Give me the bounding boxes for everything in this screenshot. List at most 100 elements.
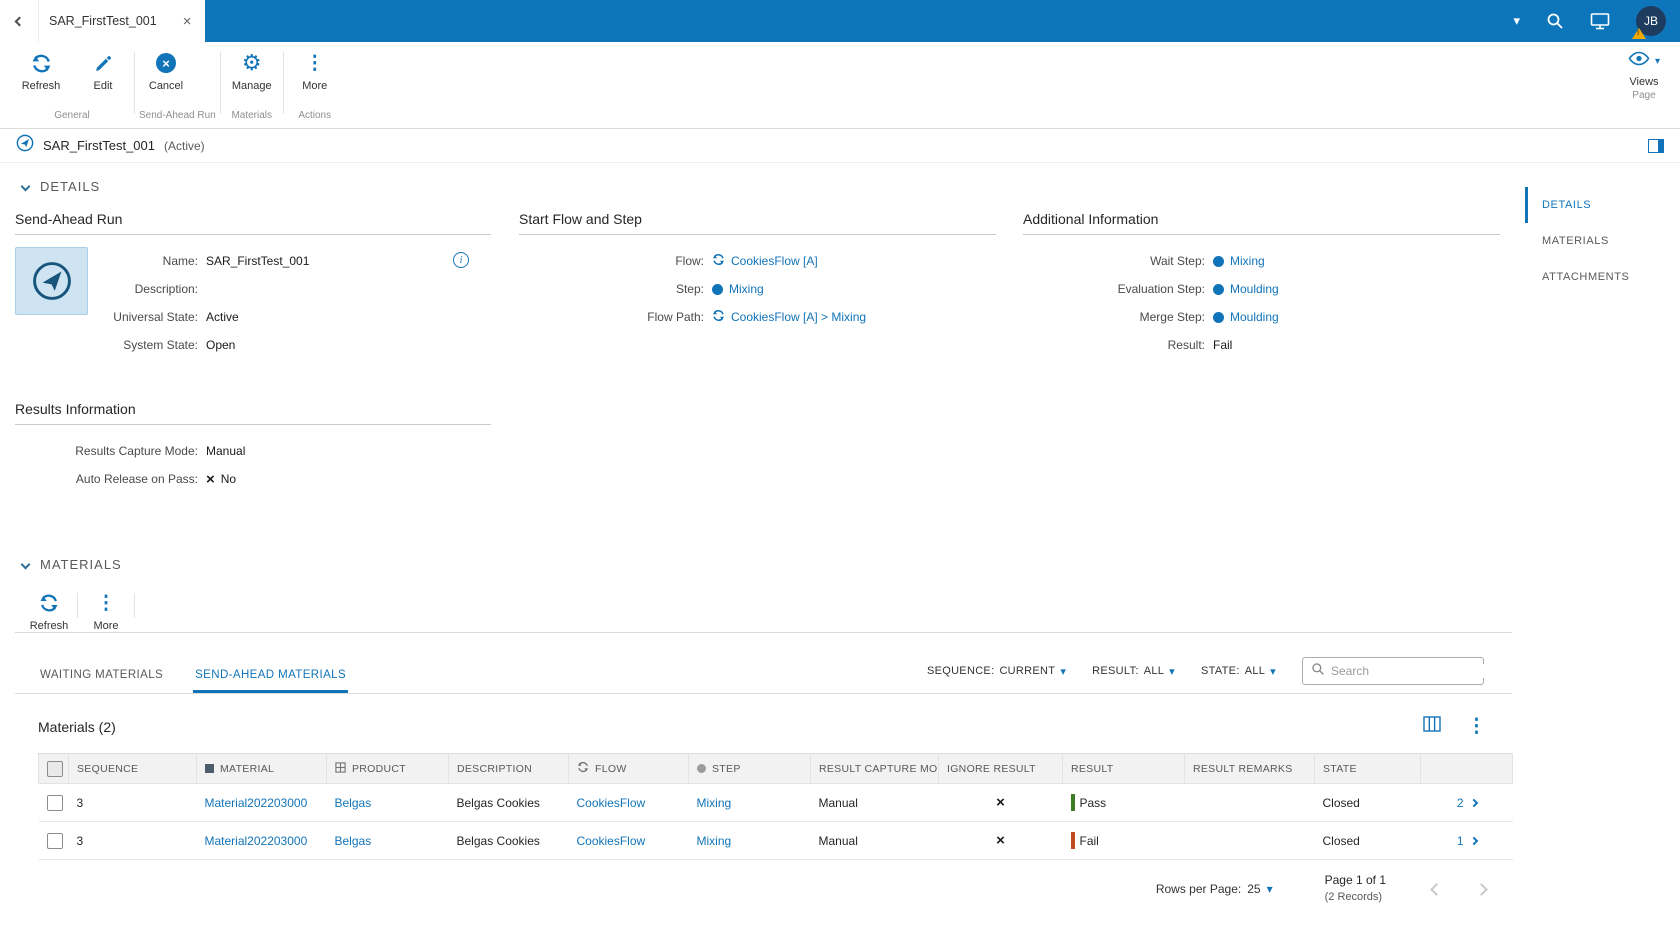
materials-refresh-button[interactable]: Refresh	[21, 583, 77, 632]
more-button[interactable]: ⋮ More	[284, 42, 346, 108]
column-header[interactable]: SEQUENCE	[77, 763, 138, 775]
flow-icon	[712, 253, 725, 269]
nav-materials[interactable]: MATERIALS	[1525, 223, 1680, 259]
table-row[interactable]: 3 Material202203000 Belgas Belgas Cookie…	[38, 821, 1513, 860]
open-row-link[interactable]: 1	[1457, 834, 1478, 848]
close-icon[interactable]: ×	[183, 14, 192, 29]
chevron-down-icon: ▾	[1266, 882, 1273, 896]
column-header[interactable]: RESULT	[1071, 763, 1113, 775]
refresh-label: Refresh	[21, 80, 61, 92]
chevron-right-icon	[1469, 798, 1478, 807]
toolbar-group-label: Page	[1632, 90, 1656, 101]
info-icon[interactable]: i	[453, 252, 469, 268]
field-label: Name:	[162, 254, 198, 268]
materials-section: MATERIALS Refresh ⋮ More WAITING MATERIA…	[15, 553, 1513, 906]
toolbar-group-label: Send-Ahead Run	[139, 110, 216, 121]
kebab-icon[interactable]: ⋮	[1467, 717, 1486, 736]
cell-description: Belgas Cookies	[448, 783, 569, 822]
evaluation-step-link[interactable]: Moulding	[1230, 282, 1279, 296]
product-link[interactable]: Belgas	[335, 834, 372, 848]
column-header[interactable]: MATERIAL	[220, 763, 274, 775]
column-header[interactable]: RESULT CAPTURE MOD	[819, 763, 938, 775]
column-header[interactable]: RESULT REMARKS	[1193, 763, 1293, 775]
side-panel-icon[interactable]	[1648, 138, 1664, 153]
cancel-button[interactable]: × Cancel	[135, 42, 197, 108]
cell-sequence: 3	[68, 821, 197, 860]
wait-step-link[interactable]: Mixing	[1230, 254, 1265, 268]
refresh-button[interactable]: Refresh	[10, 42, 72, 108]
column-header[interactable]: DESCRIPTION	[457, 763, 532, 775]
chevron-down-icon: ▾	[1060, 665, 1067, 678]
edit-button[interactable]: Edit	[72, 42, 134, 108]
field-value: Open	[206, 338, 236, 352]
document-tab[interactable]: SAR_FirstTest_001 ×	[38, 0, 205, 42]
flow-path-link[interactable]: CookiesFlow [A] > Mixing	[731, 310, 866, 324]
select-all-checkbox[interactable]	[47, 760, 63, 777]
merge-step-link[interactable]: Moulding	[1230, 310, 1279, 324]
details-panel: Send-Ahead Run Name: SAR_FirstTest_001 i…	[15, 211, 1512, 359]
filter-label: RESULT:	[1092, 665, 1139, 677]
column-header[interactable]: STATE	[1323, 763, 1357, 775]
chevron-down-icon[interactable]: ▾	[1513, 13, 1520, 29]
material-icon	[205, 764, 214, 773]
field-label: Merge Step:	[1139, 310, 1205, 324]
manage-button[interactable]: ⚙ Manage	[221, 42, 283, 108]
main-toolbar: Refresh Edit General × Cancel Send-Ahead…	[0, 42, 1680, 129]
flow-link[interactable]: CookiesFlow	[577, 796, 646, 810]
column-header[interactable]: FLOW	[595, 763, 627, 775]
field-result: Result: Fail	[1023, 331, 1500, 359]
document-tab-title: SAR_FirstTest_001	[49, 14, 157, 28]
search-icon[interactable]	[1546, 12, 1564, 30]
row-checkbox[interactable]	[46, 832, 63, 849]
nav-details[interactable]: DETAILS	[1525, 187, 1680, 223]
next-page-button[interactable]	[1475, 882, 1488, 896]
table-row[interactable]: 3 Material202203000 Belgas Belgas Cookie…	[38, 783, 1513, 822]
result-indicator	[1070, 794, 1075, 811]
results-information-card: Results Information Results Capture Mode…	[15, 401, 491, 493]
nav-attachments[interactable]: ATTACHMENTS	[1525, 259, 1680, 295]
filter-result[interactable]: RESULT: ALL ▾	[1092, 665, 1175, 678]
details-section-header[interactable]: DETAILS	[15, 175, 1512, 197]
row-checkbox[interactable]	[46, 794, 63, 811]
tab-send-ahead-materials[interactable]: SEND-AHEAD MATERIALS	[193, 661, 349, 693]
step-link[interactable]: Mixing	[697, 796, 732, 810]
manage-label: Manage	[231, 80, 272, 92]
column-header[interactable]: PRODUCT	[352, 763, 406, 775]
materials-more-button[interactable]: ⋮ More	[78, 583, 134, 633]
flow-link[interactable]: CookiesFlow	[577, 834, 646, 848]
back-button[interactable]	[0, 0, 38, 42]
flow-link[interactable]: CookiesFlow [A]	[731, 254, 818, 268]
materials-section-header[interactable]: MATERIALS	[15, 553, 1512, 575]
search-icon	[1311, 662, 1325, 681]
views-button[interactable]: ▾ Views	[1618, 42, 1670, 88]
rows-per-page-label: Rows per Page:	[1155, 882, 1242, 896]
materials-count-title: Materials (2)	[38, 718, 116, 735]
field-name: Name: SAR_FirstTest_001 i	[98, 247, 491, 275]
step-link[interactable]: Mixing	[697, 834, 732, 848]
open-row-link[interactable]: 2	[1457, 796, 1478, 810]
avatar[interactable]: JB !	[1632, 6, 1666, 39]
field-flow-path: Flow Path: CookiesFlow [A] > Mixing	[519, 303, 996, 331]
records-info: (2 Records)	[1324, 891, 1383, 903]
cell-description: Belgas Cookies	[448, 821, 569, 860]
product-link[interactable]: Belgas	[335, 796, 372, 810]
toolbar-group-label: General	[54, 110, 90, 121]
material-link[interactable]: Material202203000	[205, 834, 308, 848]
monitor-icon[interactable]	[1590, 12, 1610, 30]
search-input[interactable]	[1331, 664, 1486, 678]
chevron-left-icon	[14, 16, 24, 26]
step-link[interactable]: Mixing	[729, 282, 764, 296]
chevron-down-icon: ▾	[1169, 665, 1175, 678]
filter-state[interactable]: STATE: ALL ▾	[1201, 665, 1276, 678]
field-label: Result:	[1167, 338, 1205, 352]
column-header[interactable]: STEP	[712, 763, 741, 775]
filter-sequence[interactable]: SEQUENCE: CURRENT ▾	[927, 665, 1066, 678]
column-header[interactable]: IGNORE RESULT	[947, 763, 1036, 775]
views-label: Views	[1629, 76, 1659, 88]
material-link[interactable]: Material202203000	[205, 796, 308, 810]
previous-page-button[interactable]	[1430, 882, 1443, 896]
cell-result-remarks	[1184, 783, 1315, 822]
columns-icon[interactable]	[1423, 716, 1441, 737]
tab-waiting-materials[interactable]: WAITING MATERIALS	[38, 661, 165, 693]
rows-per-page-select[interactable]: Rows per Page: 25 ▾	[1156, 882, 1273, 896]
